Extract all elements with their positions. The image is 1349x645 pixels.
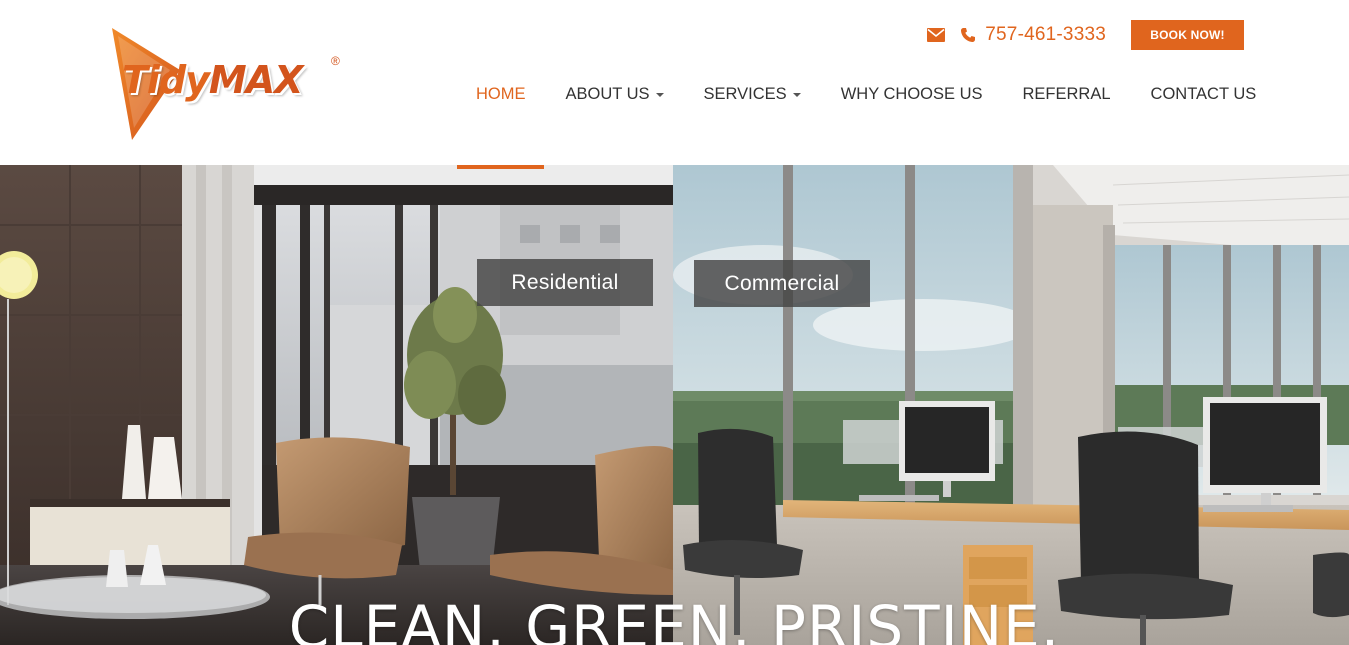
envelope-icon[interactable]: [927, 28, 946, 42]
nav-item-contact-us[interactable]: CONTACT US: [1151, 85, 1257, 104]
nav-label-services: SERVICES: [703, 84, 787, 103]
registered-mark: ®: [331, 54, 340, 68]
hero-tagline: CLEAN. GREEN. PRISTINE.: [288, 593, 1061, 645]
top-contact-bar: 757-461-3333 BOOK NOW!: [927, 20, 1244, 50]
nav-label-home: HOME: [476, 84, 526, 103]
caret-down-icon: [792, 93, 801, 97]
phone-number-link[interactable]: 757-461-3333: [985, 24, 1106, 46]
residential-image[interactable]: [0, 165, 673, 645]
active-slide-indicator: [457, 165, 544, 169]
commercial-button[interactable]: Commercial: [694, 260, 870, 307]
book-now-button[interactable]: BOOK NOW!: [1131, 20, 1244, 50]
site-header: TidyMAX ® 757-461-3333 BOOK NOW! HOME AB…: [0, 0, 1349, 165]
nav-label-referral: REFERRAL: [1022, 84, 1111, 103]
nav-label-why-choose-us: WHY CHOOSE US: [840, 84, 983, 103]
nav-label-contact-us: CONTACT US: [1150, 84, 1257, 103]
residential-button[interactable]: Residential: [477, 259, 653, 306]
nav-item-about-us[interactable]: ABOUT US: [566, 85, 664, 104]
nav-label-about-us: ABOUT US: [565, 84, 650, 103]
hero-banner: Residential Commercial CLEAN. GREEN. PRI…: [0, 165, 1349, 645]
phone-icon: [960, 27, 976, 43]
nav-item-services[interactable]: SERVICES: [704, 85, 801, 104]
tidymax-logo[interactable]: TidyMAX ®: [108, 26, 348, 144]
nav-item-referral[interactable]: REFERRAL: [1023, 85, 1111, 104]
nav-item-why-choose-us[interactable]: WHY CHOOSE US: [841, 85, 983, 104]
logo-wordmark: TidyMAX: [122, 58, 303, 102]
caret-down-icon: [655, 93, 664, 97]
commercial-image[interactable]: [673, 165, 1349, 645]
nav-item-home[interactable]: HOME: [476, 85, 526, 104]
main-nav: HOME ABOUT US SERVICES WHY CHOOSE US REF…: [476, 82, 1256, 106]
